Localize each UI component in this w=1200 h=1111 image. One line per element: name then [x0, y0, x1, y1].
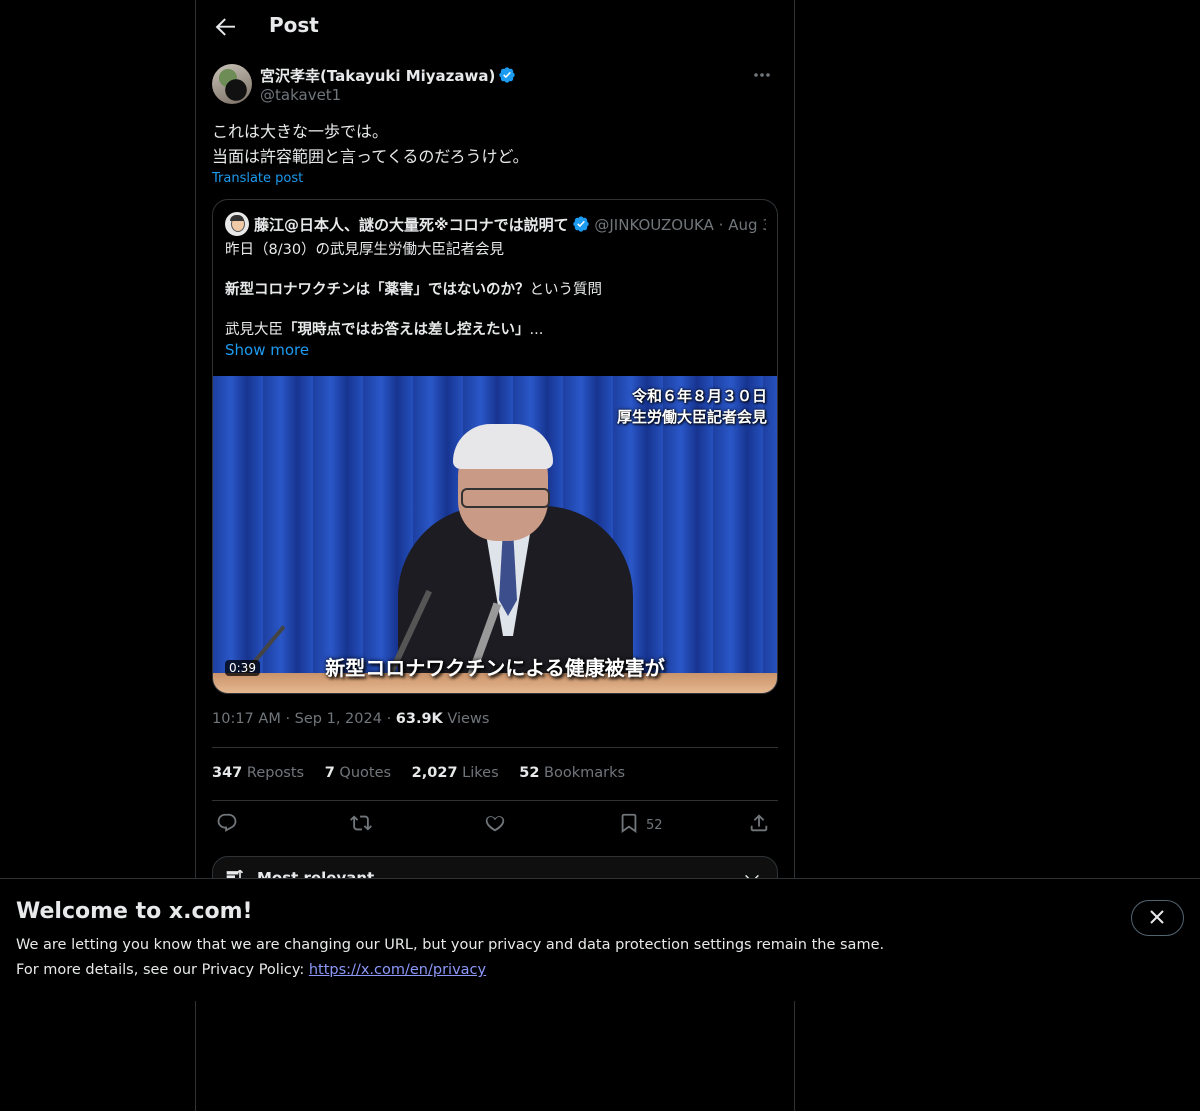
quote-avatar[interactable]: [225, 212, 249, 236]
privacy-policy-link[interactable]: https://x.com/en/privacy: [309, 962, 486, 978]
verified-badge-icon: [499, 67, 516, 83]
likes-stat[interactable]: 2,027 Likes: [412, 765, 499, 781]
quote-author-handle[interactable]: @JINKOUZOUKA: [594, 216, 714, 234]
repost-icon: [350, 815, 372, 831]
quote-date[interactable]: · Aug 31: [719, 216, 766, 234]
quote-text: ...: [529, 322, 544, 338]
video-player[interactable]: 令和６年８月３０日 厚生労働大臣記者会見 新型コロナワクチンによる健康被害が 0…: [213, 376, 777, 693]
quotes-stat[interactable]: 7 Quotes: [325, 765, 391, 781]
reposts-label: Reposts: [246, 765, 305, 781]
post-author: 宮沢孝幸(Takayuki Miyazawa) @takavet1: [212, 64, 778, 106]
reply-button[interactable]: [216, 812, 238, 838]
quotes-label: Quotes: [339, 765, 392, 781]
separator: ·: [386, 711, 392, 727]
bookmark-icon: [621, 813, 637, 834]
video-speaker-hair: [453, 424, 553, 469]
post-meta: 10:17 AM · Sep 1, 2024 · 63.9K Views: [212, 711, 489, 727]
bookmark-count: 52: [646, 818, 663, 833]
author-name-text: 宮沢孝幸(Takayuki Miyazawa): [260, 67, 496, 85]
post-time[interactable]: 10:17 AM: [212, 711, 281, 727]
page-title: Post: [269, 13, 319, 37]
banner-title: Welcome to x.com!: [16, 899, 253, 924]
more-dots-icon: [754, 73, 770, 77]
banner-text: For more details, see our Privacy Policy…: [16, 962, 486, 978]
video-caption-line: 令和６年８月３０日: [631, 387, 767, 405]
action-bar: 52: [212, 810, 778, 840]
video-subtitle: 新型コロナワクチンによる健康被害が: [325, 656, 665, 680]
quote-line: 昨日（8/30）の武見厚生労働大臣記者会見: [225, 242, 505, 258]
heart-icon: [485, 816, 505, 832]
reply-icon: [217, 813, 237, 832]
quote-bold-text: 「現時点ではお答えは差し控えたい」: [283, 322, 530, 338]
bookmarks-label: Bookmarks: [544, 765, 626, 781]
separator: ·: [285, 711, 291, 727]
quote-header: 藤江@日本人、謎の大量死※コロナでは説明て @JINKOUZOUKA · Aug…: [254, 214, 766, 235]
translate-post-link[interactable]: Translate post: [212, 171, 303, 186]
post-text-line: これは大きな一歩では。: [212, 122, 389, 141]
views-label: Views: [447, 711, 490, 727]
quote-text: という質問: [529, 282, 603, 298]
author-name[interactable]: 宮沢孝幸(Takayuki Miyazawa): [260, 65, 516, 86]
close-banner-button[interactable]: [1131, 900, 1184, 936]
share-icon: [750, 814, 768, 832]
likes-label: Likes: [462, 765, 499, 781]
quote-body: 昨日（8/30）の武見厚生労働大臣記者会見 新型コロナワクチンは「薬害」ではない…: [225, 240, 765, 360]
reposts-count: 347: [212, 765, 243, 781]
likes-count: 2,027: [411, 765, 458, 781]
divider: [212, 800, 778, 801]
banner-text-prefix: For more details, see our Privacy Policy…: [16, 962, 309, 978]
show-more-link[interactable]: Show more: [225, 340, 765, 360]
close-icon: [1150, 910, 1164, 924]
bookmarks-count: 52: [519, 765, 540, 781]
divider: [212, 747, 778, 748]
views-count: 63.9K: [395, 711, 443, 727]
more-options-button[interactable]: [746, 64, 778, 86]
repost-button[interactable]: [350, 812, 372, 838]
video-caption: 令和６年８月３０日 厚生労働大臣記者会見: [617, 386, 767, 428]
quoted-post[interactable]: 藤江@日本人、謎の大量死※コロナでは説明て @JINKOUZOUKA · Aug…: [212, 199, 778, 694]
reposts-stat[interactable]: 347 Reposts: [212, 765, 304, 781]
welcome-banner: Welcome to x.com! We are letting you kno…: [0, 878, 1200, 1001]
author-handle[interactable]: @takavet1: [260, 86, 341, 104]
banner-text: We are letting you know that we are chan…: [16, 937, 885, 953]
post-header: Post: [196, 0, 794, 53]
video-duration: 0:39: [225, 660, 260, 676]
quote-line: 武見大臣「現時点ではお答えは差し控えたい」...: [225, 320, 765, 340]
post-date[interactable]: Sep 1, 2024: [295, 711, 382, 727]
quote-line: 新型コロナワクチンは「薬害」ではないのか？という質問: [225, 280, 765, 300]
bookmark-button[interactable]: 52: [618, 812, 678, 838]
quote-bold-text: 新型コロナワクチンは「薬害」ではないのか？: [225, 282, 530, 298]
video-speaker-glasses: [461, 488, 550, 508]
quotes-count: 7: [324, 765, 335, 781]
like-button[interactable]: [484, 812, 506, 838]
avatar[interactable]: [212, 64, 252, 104]
share-button[interactable]: [748, 812, 770, 838]
verified-badge-icon: [572, 216, 589, 232]
arrow-left-icon: [215, 18, 235, 36]
back-button[interactable]: [210, 12, 240, 42]
quote-avatar-hair: [230, 215, 244, 221]
video-caption-line: 厚生労働大臣記者会見: [616, 408, 767, 426]
post-text: これは大きな一歩では。 当面は許容範囲と言ってくるのだろうけど。: [212, 119, 778, 169]
quote-author-name[interactable]: 藤江@日本人、謎の大量死※コロナでは説明て: [254, 216, 569, 234]
quote-text: 武見大臣: [225, 322, 283, 338]
post-stats: 347 Reposts 7 Quotes 2,027 Likes 52 Book…: [212, 765, 641, 781]
bookmarks-stat[interactable]: 52 Bookmarks: [519, 765, 625, 781]
post-text-line: 当面は許容範囲と言ってくるのだろうけど。: [212, 147, 529, 166]
